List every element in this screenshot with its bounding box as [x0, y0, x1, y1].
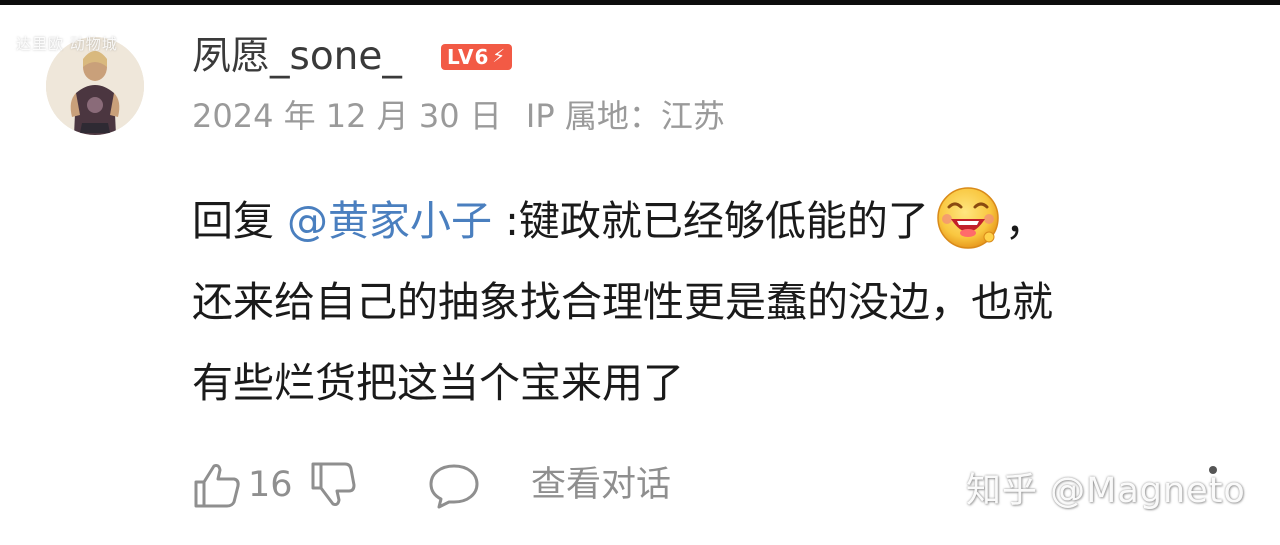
- comment-screenshot: 达里欧 动物城 夙愿_sone_ LV6 ⚡ 2024 年 12 月 30 日 …: [0, 0, 1280, 545]
- comment-body: 回复 @黄家小子 :键政就已经够低能的了 ， 还来给自己的抽象找合理性更是蠢的没…: [192, 181, 1242, 424]
- ip-location: IP 属地：江苏: [525, 97, 725, 135]
- comment-bubble-icon: [429, 464, 479, 509]
- view-dialog-link[interactable]: 查看对话: [531, 457, 671, 513]
- comment-line-3: 有些烂货把这当个宝来用了: [192, 359, 684, 407]
- comment-text: :键政就已经够低能的了: [492, 197, 929, 245]
- level-badge: LV6 ⚡: [441, 44, 513, 70]
- level-badge-label: LV6: [447, 45, 490, 69]
- thumbs-down-icon: [311, 462, 356, 506]
- thumbs-up-icon: [194, 464, 240, 508]
- comment-line-1: 回复 @黄家小子 :键政就已经够低能的了 ，: [192, 181, 1242, 262]
- more-options-icon[interactable]: [1209, 466, 1217, 474]
- mention-link[interactable]: @黄家小子: [287, 197, 492, 245]
- comment-meta: 2024 年 12 月 30 日 IP 属地：江苏: [192, 95, 739, 137]
- reply-button[interactable]: [427, 460, 531, 510]
- like-button[interactable]: 16: [192, 457, 307, 513]
- dislike-button[interactable]: [307, 460, 427, 510]
- laughing-face-emoji-icon: [935, 185, 1001, 251]
- comment-date: 2024 年 12 月 30 日: [192, 97, 502, 135]
- reply-prefix: 回复: [192, 197, 288, 245]
- top-left-watermark: 达里欧 动物城: [16, 35, 118, 53]
- username[interactable]: 夙愿_sone_: [192, 33, 402, 81]
- zhihu-watermark: 知乎 @Magneto: [966, 471, 1246, 511]
- comment-line-2: 还来给自己的抽象找合理性更是蠢的没边，也就: [192, 278, 1053, 326]
- lightning-icon: ⚡: [492, 46, 507, 67]
- like-count: 16: [248, 465, 293, 505]
- comment-text-end: ，: [1004, 197, 1046, 245]
- action-bar: 16 查看对话: [192, 457, 671, 513]
